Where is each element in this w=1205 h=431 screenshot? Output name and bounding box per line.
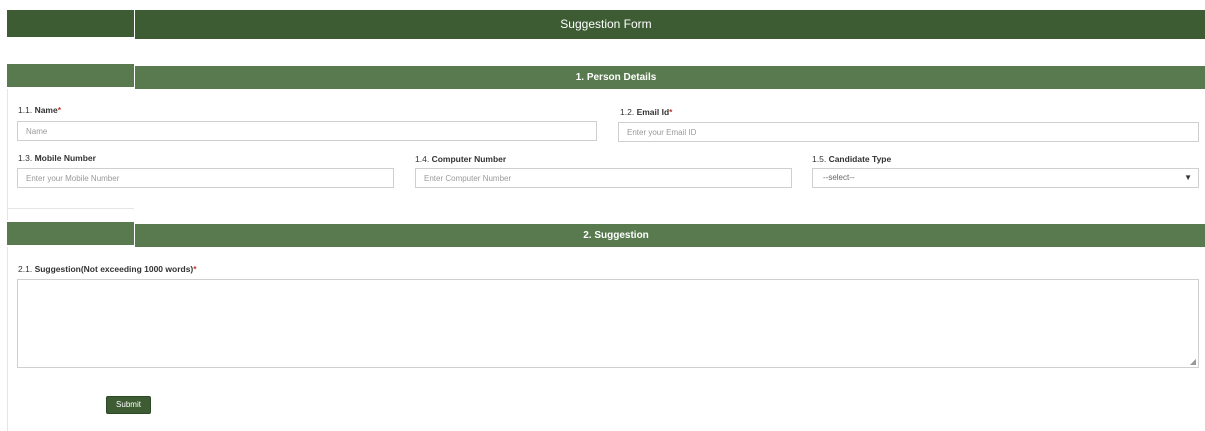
section-person-details-header: 1. Person Details [7,66,1205,89]
title-bar-divider [134,10,135,39]
submit-button[interactable]: Submit [106,396,151,414]
suggestion-textarea[interactable]: ◢ [17,279,1199,368]
name-label: 1.1. Name* [18,105,62,115]
candidate-type-label: 1.5. Candidate Type [812,154,892,164]
chevron-down-icon: ▼ [1184,173,1192,182]
section-suggestion-header: 2. Suggestion [7,224,1205,247]
form-title-bar: Suggestion Form [7,10,1205,39]
mobile-number-input[interactable] [17,168,394,188]
section-1-tab-stub [7,87,134,89]
email-label: 1.2. Email Id* [620,107,673,117]
mobile-number-label: 1.3. Mobile Number [18,153,96,163]
section-separator [7,208,134,209]
section-suggestion-title: 2. Suggestion [583,230,649,241]
computer-number-label: 1.4. Computer Number [415,154,507,164]
form-left-border-lower [7,246,8,431]
section-2-tab-stub [7,245,134,247]
section-1-divider [134,64,135,89]
candidate-type-select[interactable]: --select-- ▼ [812,168,1199,188]
title-bar-tab-stub [7,37,134,39]
suggestion-label: 2.1. Suggestion(Not exceeding 1000 words… [18,264,197,274]
page-title: Suggestion Form [560,17,652,31]
section-2-tab-top [7,222,134,224]
section-1-tab-top [7,64,134,66]
candidate-type-selected-value: --select-- [823,173,855,182]
email-input[interactable] [618,122,1199,142]
form-left-border [7,89,8,220]
section-person-details-title: 1. Person Details [575,72,657,83]
resize-handle-icon[interactable]: ◢ [1190,357,1196,366]
section-2-divider [134,222,135,247]
computer-number-input[interactable] [415,168,792,188]
name-input[interactable] [17,121,597,141]
